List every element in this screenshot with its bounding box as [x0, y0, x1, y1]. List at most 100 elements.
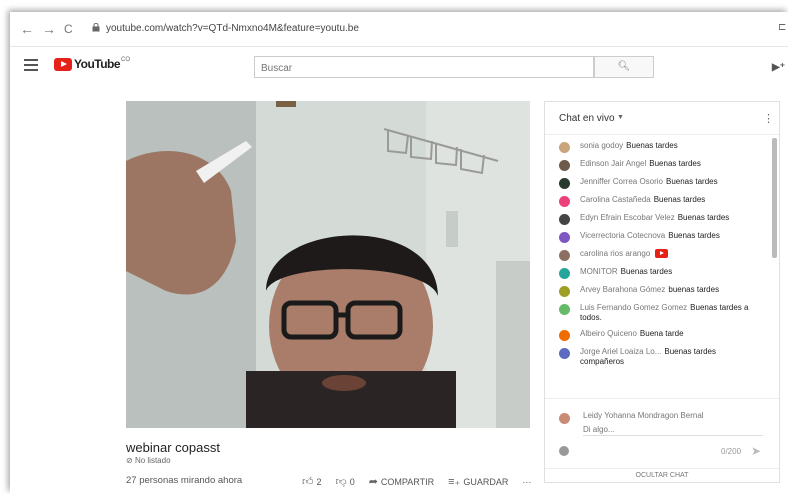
chat-message: Vicerrectoria Cotecnova Buenas tardes	[545, 231, 779, 243]
avatar[interactable]	[559, 304, 570, 315]
chat-message: Edyn Efrain Escobar Velez Buenas tardes	[545, 213, 779, 225]
avatar[interactable]	[559, 160, 570, 171]
message-text: Buenas tardes	[626, 141, 678, 150]
avatar[interactable]	[559, 250, 570, 261]
avatar[interactable]	[559, 232, 570, 243]
chat-composer: Leidy Yohanna Mondragon Bernal 0/200 ➤	[545, 398, 779, 469]
author-name[interactable]: Luis Fernando Gomez Gomez	[580, 303, 687, 312]
message-text: Buenas tardes	[620, 267, 673, 276]
youtube-logo[interactable]: YouTube CO	[54, 57, 130, 71]
composer-author-name: Leidy Yohanna Mondragon Bernal	[583, 411, 704, 420]
live-chat-panel: Chat en vivo ▼ ⋮ sonia godoy Buenas tarde…	[544, 101, 780, 483]
avatar[interactable]	[559, 330, 570, 341]
avatar[interactable]	[559, 142, 570, 153]
message-text: Buenas tardes	[677, 213, 730, 222]
message-text: Buenas tardes	[649, 159, 701, 168]
author-name[interactable]: carolina rios arango	[580, 249, 650, 258]
avatar[interactable]	[559, 178, 570, 189]
message-text: Buenas tardes	[666, 177, 718, 186]
video-player[interactable]	[126, 101, 530, 428]
like-count: 2	[316, 476, 322, 487]
message-text: Buena tarde	[639, 329, 684, 338]
video-info: webinar copasst ⊘ No listado	[126, 440, 546, 465]
eye-slash-icon: ⊘	[126, 456, 135, 465]
chevron-down-icon[interactable]: ▼	[617, 114, 624, 121]
save-label: GUARDAR	[463, 476, 509, 487]
lock-icon	[92, 23, 100, 32]
avatar[interactable]	[559, 348, 570, 359]
create-video-icon[interactable]: ▶⁺	[772, 62, 785, 73]
chat-message: Albeiro Quiceno Buena tarde	[545, 329, 779, 341]
like-button[interactable]: 👍︎ 2	[302, 475, 322, 488]
video-frame	[126, 101, 530, 428]
author-name[interactable]: Edinson Jair Angel	[580, 159, 646, 168]
dislike-button[interactable]: 👎︎ 0	[336, 475, 355, 488]
message-text: Buenas tardes	[668, 231, 720, 240]
author-name[interactable]: Arvey Barahona Gómez	[580, 285, 665, 294]
chat-message: Jorge Ariel Loaiza Lo... Buenas tardes co…	[545, 347, 779, 367]
chat-message: MONITOR Buenas tardes	[545, 267, 779, 279]
author-name[interactable]: Edyn Efrain Escobar Velez	[580, 213, 675, 222]
message-text: Buenas tardes	[653, 195, 706, 204]
chat-message: Arvey Barahona Gómez buenas tardes	[545, 285, 779, 297]
unlisted-badge: ⊘ No listado	[126, 456, 546, 465]
reload-button[interactable]: C	[64, 21, 73, 37]
thumbs-up-icon: 👍︎	[302, 476, 314, 488]
avatar[interactable]	[559, 196, 570, 207]
more-actions-button[interactable]: ···	[522, 477, 531, 487]
chat-messages: sonia godoy Buenas tardes Edinson Jair An…	[545, 135, 779, 397]
thumbs-down-icon: 👎︎	[335, 476, 347, 488]
avatar[interactable]	[559, 214, 570, 225]
emoji-icon[interactable]	[559, 446, 569, 456]
video-actions: 👍︎ 2 👎︎ 0 ➦ COMPARTIR ≡₊ GUARDAR ···	[302, 475, 545, 488]
search-button[interactable]: 🔍︎	[594, 56, 654, 78]
browser-toolbar: ← → C youtube.com/watch?v=QTd-Nmxno4M&fe…	[10, 12, 788, 47]
live-viewers: 27 personas mirando ahora	[126, 475, 243, 486]
chat-message: Luis Fernando Gomez Gomez Buenas tardes a…	[545, 303, 779, 323]
chat-message: Edinson Jair Angel Buenas tardes	[545, 159, 779, 171]
youtube-header: YouTube CO 🔍︎ ▶⁺	[10, 47, 788, 87]
playlist-add-icon: ≡₊	[448, 476, 461, 488]
chat-input[interactable]	[583, 424, 763, 436]
search-icon: 🔍︎	[617, 61, 631, 72]
search-input[interactable]	[255, 57, 583, 79]
save-button[interactable]: ≡₊ GUARDAR	[448, 475, 508, 488]
author-name[interactable]: Albeiro Quiceno	[580, 329, 637, 338]
author-name[interactable]: Vicerrectoria Cotecnova	[580, 231, 665, 240]
dislike-count: 0	[349, 476, 355, 487]
chat-message: Carolina Castañeda Buenas tardes	[545, 195, 779, 207]
chat-message: sonia godoy Buenas tardes	[545, 141, 779, 153]
logo-text: YouTube	[74, 57, 121, 71]
author-name[interactable]: MONITOR	[580, 267, 618, 276]
browser-window: ← → C youtube.com/watch?v=QTd-Nmxno4M&fe…	[10, 12, 788, 493]
send-icon[interactable]: ➤	[751, 444, 761, 458]
unlisted-label: No listado	[134, 456, 171, 465]
share-arrow-icon: ➦	[368, 476, 378, 488]
hamburger-menu-icon[interactable]	[24, 59, 38, 74]
share-label: COMPARTIR	[380, 476, 435, 487]
share-button[interactable]: ➦ COMPARTIR	[369, 475, 434, 488]
message-text: buenas tardes	[668, 285, 720, 294]
chat-message: Jenniffer Correa Osorio Buenas tardes	[545, 177, 779, 189]
cast-icon[interactable]: ⊏	[778, 22, 786, 33]
region-code: CO	[121, 57, 131, 63]
youtube-sticker-icon	[655, 249, 669, 259]
address-bar[interactable]: youtube.com/watch?v=QTd-Nmxno4M&feature=…	[106, 23, 359, 34]
forward-button[interactable]: →	[42, 21, 56, 37]
chat-header: Chat en vivo ▼ ⋮	[545, 102, 779, 135]
author-name[interactable]: Jenniffer Correa Osorio	[580, 177, 663, 186]
video-title: webinar copasst	[126, 440, 220, 455]
author-name[interactable]: Carolina Castañeda	[580, 195, 651, 204]
chat-scrollbar[interactable]	[772, 138, 777, 258]
author-name[interactable]: sonia godoy	[580, 141, 623, 150]
more-vert-icon[interactable]: ⋮	[763, 112, 774, 125]
avatar[interactable]	[559, 268, 570, 279]
hide-chat-button[interactable]: OCULTAR CHAT	[545, 468, 779, 484]
search-box	[254, 56, 594, 79]
author-name[interactable]: Jorge Ariel Loaiza Lo...	[580, 347, 661, 356]
chat-message: carolina rios arango	[545, 249, 779, 261]
back-button[interactable]: ←	[20, 21, 34, 37]
chat-title[interactable]: Chat en vivo	[559, 113, 615, 124]
avatar[interactable]	[559, 286, 570, 297]
avatar	[559, 413, 570, 424]
